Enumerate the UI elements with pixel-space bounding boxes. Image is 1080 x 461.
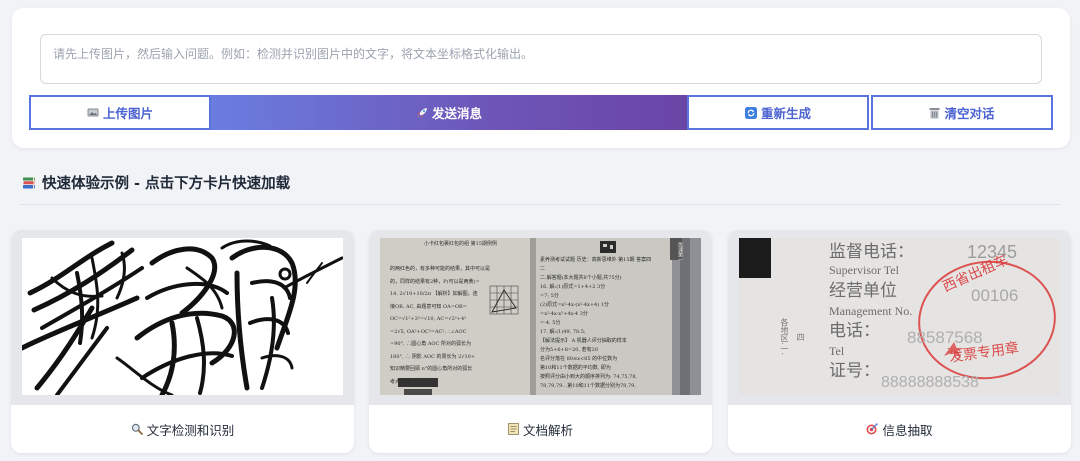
- card-label-text: 文字检测和识别: [146, 422, 235, 438]
- doc-text-line: 的，同样的结果有2种，P(可以是两黄)=: [390, 278, 480, 285]
- doc-text-line: =7; 5分: [540, 293, 559, 299]
- doc-text-line: 78,79,79…第10和11个数据分别为78,79,: [540, 383, 636, 389]
- doc-text-line: 二: [540, 266, 546, 272]
- doc-text-line: 素养测考试试题 历史：高新思维外 第15期 答案四: [540, 257, 652, 263]
- example-card-document-parsing[interactable]: 小卡红包裹红包的组 第15期例例 优课第一 的两红色的，有多种可能的结果，其中可…: [369, 230, 712, 453]
- chat-input-panel: 请先上传图片，然后输入问题。例如：检测并识别图片中的文字，将文本坐标格式化输出。…: [12, 8, 1070, 148]
- handwriting-thumbnail: [22, 238, 343, 395]
- trash-icon: [929, 107, 940, 119]
- refresh-icon: [744, 106, 757, 119]
- doc-text-line: 14. 2√10+10/2π 【解析】如解图，连: [390, 291, 478, 297]
- doc-text-line: 17. 解:(1)49, 78.5;: [540, 329, 586, 335]
- action-buttons: 上传图片 发送消息 重新生成 清空对话: [29, 95, 1053, 130]
- card-label: 文档解析: [369, 405, 712, 453]
- document-thumbnail: 小卡红包裹红包的组 第15期例例 优课第一 的两红色的，有多种可能的结果，其中可…: [380, 238, 701, 395]
- document-icon: [508, 423, 519, 435]
- doc-text-line: 知识精要回顾 n°的圆心角所对的弧长: [390, 366, 473, 372]
- clear-chat-label: 清空对话: [944, 106, 995, 121]
- card-label-text: 信息抽取: [882, 422, 933, 438]
- card-label: 文字检测和识别: [11, 405, 354, 453]
- invoice-number: 88888888538: [881, 374, 979, 391]
- regenerate-label: 重新生成: [760, 106, 811, 121]
- doc-text-line: 180°, ∴ 阴影 AOC 的周长为 2√10+: [390, 353, 476, 360]
- invoice-line: Tel: [829, 344, 845, 358]
- example-card-info-extraction[interactable]: 监督电话： Supervisor Tel 经营单位 Management No.…: [728, 230, 1071, 453]
- send-message-label: 发送消息: [431, 106, 482, 121]
- examples-heading: 快速体验示例 - 点击下方卡片快速加载: [22, 172, 290, 193]
- doc-text-line: =-4. 5分: [540, 320, 561, 326]
- clear-chat-button[interactable]: 清空对话: [871, 95, 1053, 130]
- card-label: 信息抽取: [728, 405, 1071, 453]
- doc-text-line: 按照评分由小到大的顺序排列为: 74,75,78,: [540, 374, 638, 380]
- invoice-thumbnail: 监督电话： Supervisor Tel 经营单位 Management No.…: [739, 238, 1060, 395]
- magnifier-icon: [131, 423, 143, 435]
- books-icon: [22, 176, 36, 190]
- rocket-icon: [416, 107, 428, 119]
- side-text: 各地区.一.: [780, 318, 789, 356]
- invoice-line: Management No.: [829, 304, 913, 318]
- target-icon: [866, 423, 878, 435]
- card-thumbnail-frame: 小卡红包裹红包的组 第15期例例 优课第一 的两红色的，有多种可能的结果，其中可…: [369, 230, 712, 405]
- invoice-number: 00106: [971, 286, 1019, 305]
- doc-text-line: 分为5+6+8=20, 若有20: [540, 347, 599, 353]
- card-thumbnail-frame: 监督电话： Supervisor Tel 经营单位 Management No.…: [728, 230, 1071, 405]
- doc-text-line: 第10和11个数据的平均数, 即为: [540, 365, 611, 371]
- doc-right-column: 素养测考试试题 历史：高新思维外 第15期 答案四二二.解答题(本大题共8个小题…: [540, 256, 670, 391]
- doc-left-column: 的两红色的，有多种可能的结果，其中可以是 的，同样的结果有2种，P(可以是两黄)=…: [390, 263, 490, 388]
- example-card-text-detection[interactable]: 文字检测和识别: [11, 230, 354, 453]
- doc-text-line: 16. 解:(1)原式=1+4+2 3分: [540, 284, 606, 290]
- card-thumbnail-frame: [11, 230, 354, 405]
- doc-text-line: 名评分落在 80≤x<85 的中位数为: [540, 356, 618, 362]
- doc-text-line: OC=√1²+3²=√10, AC=√2²+4²: [390, 316, 467, 322]
- invoice-line: 监督电话：: [829, 242, 914, 261]
- doc-text-line: 考点巩固: [390, 378, 411, 385]
- invoice-line: Supervisor Tel: [829, 263, 899, 277]
- upload-image-button[interactable]: 上传图片: [29, 95, 211, 130]
- doc-text-line: =90°, ∴圆心角 AOC 所对的弧长为: [390, 341, 471, 347]
- doc-text-line: 接OB, AC, 由题意可知 OA=OB=: [390, 303, 467, 310]
- image-icon: [87, 107, 99, 118]
- doc-text-line: 【解法提示】 A 机器人评分抽取的样本: [540, 338, 627, 344]
- section-divider: [20, 204, 1060, 205]
- doc-text-line: =x²-4x-x²+4x-4 3分: [540, 311, 588, 317]
- doc-text-line: 的两红色的，有多种可能的结果，其中可以是: [390, 266, 490, 272]
- regenerate-button[interactable]: 重新生成: [687, 95, 869, 130]
- invoice-line: 经营单位: [829, 281, 897, 300]
- card-label-text: 文档解析: [522, 422, 573, 438]
- send-message-button[interactable]: 发送消息: [211, 95, 687, 130]
- examples-title-text: 快速体验示例 - 点击下方卡片快速加载: [42, 176, 291, 192]
- prompt-input[interactable]: 请先上传图片，然后输入问题。例如：检测并识别图片中的文字，将文本坐标格式化输出。: [40, 34, 1042, 84]
- invoice-line: 电话：: [829, 321, 880, 340]
- doc-text-line: (2)原式=x²-4x-(x²-4x+4) 1分: [540, 302, 609, 308]
- side-text: 四: [796, 333, 805, 341]
- upload-image-label: 上传图片: [102, 106, 153, 121]
- doc-header: 小卡红包裹红包的组 第15期例例: [424, 241, 497, 247]
- doc-badge: 优课第一: [677, 242, 683, 262]
- doc-text-line: 二.解答题(本大题共8个小题,共75分): [540, 275, 622, 281]
- invoice-lines: 监督电话： Supervisor Tel 经营单位 Management No.…: [829, 242, 914, 382]
- doc-text-line: =2√5, OA²+OC²=AC², ∴∠AOC: [390, 328, 467, 335]
